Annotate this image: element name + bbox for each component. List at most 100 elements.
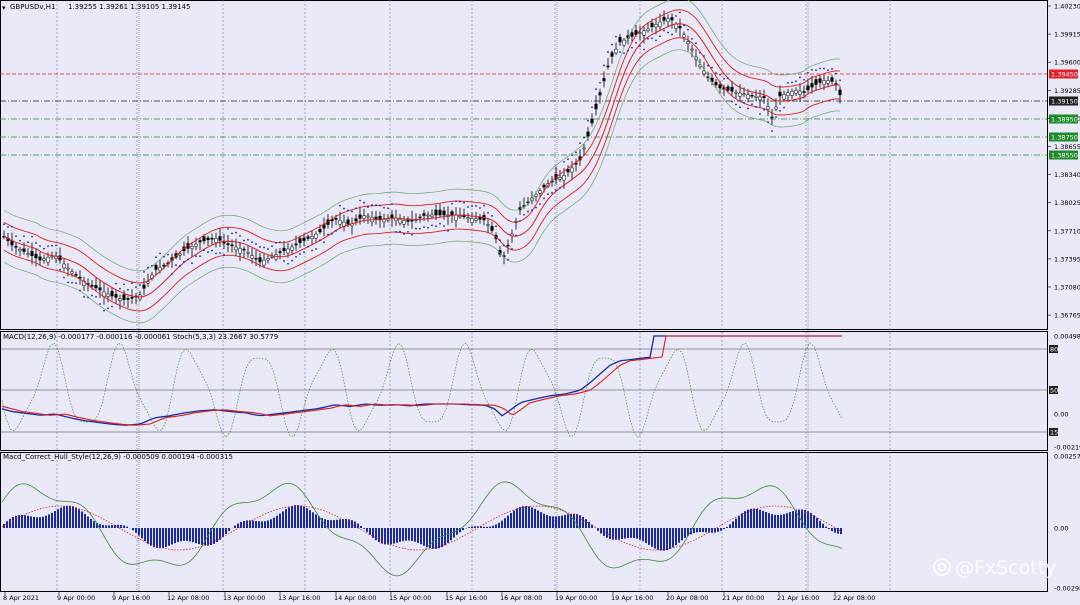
bollinger-upper-line [3,9,841,284]
candle-body [794,89,798,94]
parabolic-sar-dot [75,282,77,285]
parabolic-sar-dot [711,66,713,69]
parabolic-sar-dot [755,106,757,108]
parabolic-sar-dot [139,284,141,287]
parabolic-sar-dot [83,295,85,298]
price-axis-label: 1.39600 [1054,59,1080,67]
time-axis-label: 19 Apr 00:00 [555,594,597,602]
parabolic-sar-dot [495,225,497,228]
hull-histogram-bar [510,512,512,528]
candle-body [238,248,242,254]
candle-body [610,52,614,57]
candle-body [758,96,762,101]
parabolic-sar-dot [791,81,793,84]
candle-body [798,90,802,95]
parabolic-sar-dot [351,210,353,213]
parabolic-sar-dot [743,101,745,104]
hull-histogram-bar [51,512,53,528]
hull-histogram-bar [492,525,494,528]
candle-body [782,94,786,100]
parabolic-sar-dot [195,255,197,258]
parabolic-sar-dot [335,229,337,232]
parabolic-sar-dot [611,43,613,46]
candle-body [774,106,778,110]
hull-histogram-bar [402,528,404,542]
parabolic-sar-dot [707,64,709,67]
parabolic-sar-dot [515,234,517,237]
indicator2-title: Macd_Correct_Hull_Style(12,26,9) -0.0005… [3,453,233,461]
price-axis-label: 1.37080 [1054,284,1080,292]
candle-body [538,190,542,194]
hull-histogram-bar [192,528,194,543]
parabolic-sar-dot [595,88,597,91]
parabolic-sar-dot [739,106,741,109]
parabolic-sar-dot [27,241,29,244]
candle-body [814,79,818,85]
parabolic-sar-dot [683,24,685,27]
hull-histogram-bar [312,512,314,528]
parabolic-sar-dot [587,119,589,122]
candle-body [282,247,286,252]
hull-histogram-bar [90,518,92,528]
candle-body [434,209,438,216]
hull-histogram-bar [738,515,740,528]
hull-histogram-bar [66,505,68,528]
hull-histogram-bar [558,516,560,528]
hull-histogram-bar [642,528,644,542]
hull-histogram-bar [735,518,737,528]
candle-body [506,244,510,247]
candle-body [318,228,322,233]
hull-histogram-bar [792,511,794,528]
parabolic-sar-dot [267,248,269,250]
parabolic-sar-dot [279,241,281,244]
hull-histogram-bar [525,506,527,528]
parabolic-sar-dot [239,234,241,237]
hull-histogram-bar [546,515,548,528]
hull-histogram-bar [45,515,47,528]
parabolic-sar-dot [411,233,413,236]
hull-histogram-bar [816,517,818,528]
candle-body [386,218,390,221]
candle-body [214,238,218,243]
hull-histogram-bar [582,516,584,528]
price-axis-label: 1.37395 [1054,255,1080,263]
hull-histogram-bar [696,528,698,533]
candle-body [38,256,42,261]
parabolic-sar-dot [71,281,73,284]
candle-body [586,131,590,137]
parabolic-sar-dot [15,235,17,238]
hull-histogram-bar [297,505,299,528]
hull-histogram-bar [723,528,725,530]
candle-body [206,237,210,241]
time-axis-label: 15 Apr 00:00 [389,594,431,602]
chart-window[interactable]: 1.402301.399151.396001.392851.389701.386… [0,0,1080,605]
hull-histogram-bar [615,528,617,540]
candle-body [630,32,634,37]
hull-histogram-bar [300,505,302,528]
chart-canvas[interactable]: 1.402301.399151.396001.392851.389701.386… [0,0,1080,605]
hull-histogram-bar [561,515,563,528]
parabolic-sar-dot [527,210,529,213]
hull-histogram-bar [81,511,83,528]
axes: 1.402301.399151.396001.392851.389701.386… [3,3,1080,603]
candle-body [254,257,258,260]
hull-histogram-bar [156,528,158,548]
parabolic-sar-dot [455,200,457,203]
hull-histogram-bar [588,521,590,528]
candle-body [66,267,70,270]
hull-histogram-bar [111,525,113,528]
price-tag-label: 1.39150 [1051,97,1078,105]
parabolic-sar-dot [19,239,21,242]
hull-histogram-bar [579,515,581,528]
hull-histogram-bar [336,519,338,528]
hull-histogram-bar [390,528,392,545]
candle-body [458,215,462,218]
symbol-dropdown-icon[interactable]: ▾ [2,4,6,12]
parabolic-sar-dot [435,225,437,228]
hull-histogram-bar [780,514,782,528]
parabolic-sar-dot [379,204,381,207]
candle-body [362,215,366,219]
hull-histogram-bar [543,513,545,528]
indicator1-series [0,335,1047,438]
candle-body [670,17,674,21]
